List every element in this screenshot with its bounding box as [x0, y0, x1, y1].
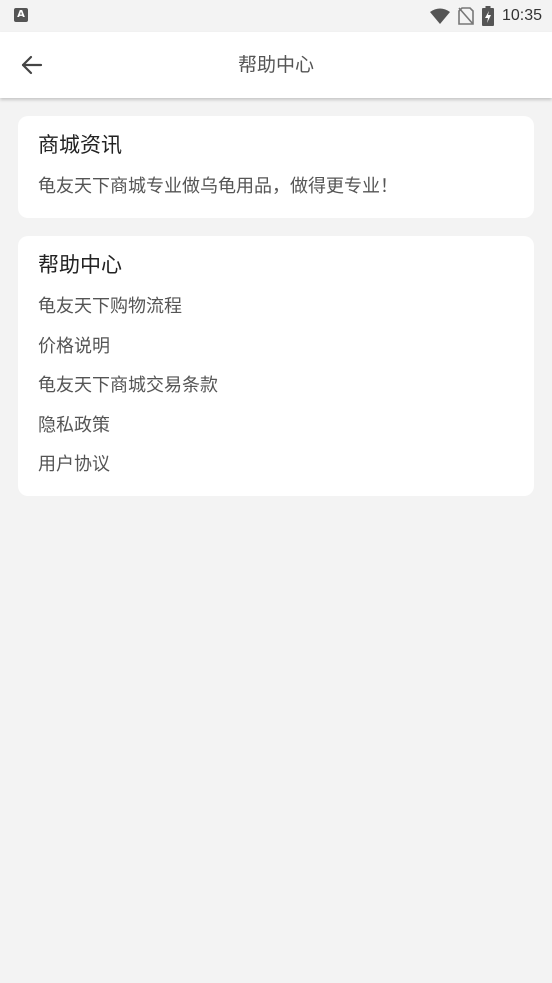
wifi-icon	[429, 8, 450, 24]
news-text: 龟友天下商城专业做乌龟用品，做得更专业！	[38, 176, 398, 197]
status-bar: A 10:35	[0, 0, 552, 32]
notification-a-icon: A	[14, 8, 28, 22]
status-icons: 10:35	[429, 5, 542, 27]
help-item-privacy-policy[interactable]: 隐私政策	[38, 413, 514, 453]
arrow-left-icon	[21, 55, 43, 75]
toolbar: 帮助中心	[0, 32, 552, 98]
content: 商城资讯 龟友天下商城专业做乌龟用品，做得更专业！ 帮助中心 龟友天下购物流程 …	[18, 116, 534, 514]
help-item-user-agreement[interactable]: 用户协议	[38, 452, 514, 478]
news-card: 商城资讯 龟友天下商城专业做乌龟用品，做得更专业！	[18, 116, 534, 218]
news-card-title: 商城资讯	[38, 133, 122, 157]
page-title: 帮助中心	[237, 54, 314, 76]
help-card-title: 帮助中心	[38, 253, 122, 277]
back-button[interactable]	[12, 45, 52, 85]
no-sim-icon	[458, 7, 474, 25]
help-list: 龟友天下购物流程 价格说明 龟友天下商城交易条款 隐私政策 用户协议	[38, 294, 514, 478]
battery-charging-icon	[481, 6, 494, 26]
help-card: 帮助中心 龟友天下购物流程 价格说明 龟友天下商城交易条款 隐私政策 用户协议	[18, 236, 534, 496]
help-item-price-explanation[interactable]: 价格说明	[38, 334, 514, 374]
help-item-shopping-process[interactable]: 龟友天下购物流程	[38, 294, 514, 334]
status-time: 10:35	[501, 7, 542, 24]
help-item-trade-terms[interactable]: 龟友天下商城交易条款	[38, 373, 514, 413]
